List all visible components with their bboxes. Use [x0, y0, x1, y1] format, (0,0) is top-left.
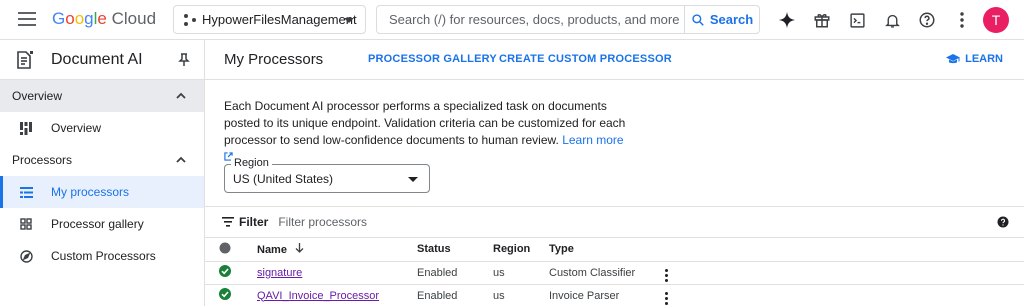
region-text: us	[493, 261, 549, 285]
status-text: Enabled	[417, 284, 493, 306]
region-label: Region	[231, 157, 272, 169]
top-bar: Google Cloud HypowerFilesManagement Sear…	[0, 0, 1024, 40]
status-cell	[205, 261, 257, 285]
processor-gallery-link[interactable]: PROCESSOR GALLERY	[368, 53, 497, 65]
page-header: My Processors PROCESSOR GALLERY CREATE C…	[205, 40, 1024, 80]
sidebar-item-label: Custom Processors	[51, 249, 156, 263]
search-bar: Search	[376, 5, 760, 34]
status-header: Status	[417, 238, 493, 262]
check-circle-icon	[219, 288, 231, 300]
avatar[interactable]: T	[983, 7, 1009, 33]
row-menu-cell	[661, 284, 1024, 306]
status-text: Enabled	[417, 261, 493, 285]
region-header: Region	[493, 238, 549, 262]
project-dots-icon	[184, 13, 196, 26]
learn-label: LEARN	[965, 53, 1003, 65]
filter-label: Filter	[239, 215, 269, 229]
dashboard-icon	[19, 121, 33, 135]
type-text: Invoice Parser	[549, 284, 661, 306]
type-header: Type	[549, 238, 661, 262]
more-vert-icon[interactable]	[951, 9, 973, 31]
sidebar-item-processor-gallery[interactable]: Processor gallery	[0, 208, 204, 240]
grid-icon	[19, 217, 33, 231]
table-row: signature Enabled us Custom Classifier	[205, 261, 1024, 285]
region-select[interactable]: Region US (United States)	[224, 157, 430, 193]
list-icon	[19, 185, 33, 199]
gemini-icon[interactable]	[776, 9, 798, 31]
sidebar-item-overview[interactable]: Overview	[0, 112, 204, 144]
school-icon	[946, 53, 961, 63]
search-input[interactable]	[377, 6, 684, 33]
more-vert-icon[interactable]	[661, 269, 671, 282]
chevron-up-icon	[176, 156, 186, 163]
status-dot-icon	[219, 242, 231, 254]
status-column-header	[205, 238, 257, 262]
chevron-up-icon	[176, 92, 186, 99]
processors-table: Name Status Region Type signature Enable…	[205, 238, 1024, 306]
status-cell	[205, 284, 257, 306]
arrow-down-icon	[295, 242, 304, 253]
product-header: Document AI	[0, 40, 204, 80]
filter-bar: Filter	[205, 206, 1024, 238]
name-cell: QAVI_Invoice_Processor	[257, 284, 417, 306]
terminal-icon[interactable]	[846, 9, 868, 31]
processor-link[interactable]: signature	[257, 267, 302, 279]
create-custom-processor-link[interactable]: CREATE CUSTOM PROCESSOR	[499, 53, 672, 65]
filter-input[interactable]	[278, 215, 579, 229]
learn-button[interactable]: LEARN	[946, 53, 1003, 65]
bell-icon[interactable]	[881, 9, 903, 31]
product-title: Document AI	[51, 50, 143, 68]
search-button[interactable]: Search	[684, 6, 759, 33]
gift-icon[interactable]	[811, 9, 833, 31]
section-label: Processors	[12, 153, 73, 167]
page-title: My Processors	[224, 51, 324, 68]
processor-link[interactable]: QAVI_Invoice_Processor	[257, 290, 379, 302]
name-column-header[interactable]: Name	[257, 238, 417, 262]
document-ai-icon	[17, 50, 33, 69]
menu-icon[interactable]	[18, 12, 36, 26]
project-picker[interactable]: HypowerFilesManagement	[173, 5, 366, 34]
check-circle-icon	[219, 265, 231, 277]
page-description: Each Document AI processor performs a sp…	[224, 98, 634, 166]
region-value: US (United States)	[233, 172, 334, 186]
type-text: Custom Classifier	[549, 261, 661, 285]
project-name: HypowerFilesManagement	[202, 12, 357, 27]
section-overview[interactable]: Overview	[0, 80, 204, 112]
chevron-down-icon	[408, 177, 418, 182]
help-icon[interactable]	[997, 216, 1009, 228]
sidebar: Document AI Overview Overview Processors…	[0, 40, 205, 306]
search-button-label: Search	[709, 12, 754, 27]
google-cloud-logo[interactable]: Google Cloud	[52, 9, 156, 29]
main-content: My Processors PROCESSOR GALLERY CREATE C…	[205, 40, 1024, 306]
filter-icon	[222, 217, 234, 227]
help-icon[interactable]	[916, 9, 938, 31]
table-header-row: Name Status Region Type	[205, 238, 1024, 262]
explore-icon	[19, 249, 33, 263]
sidebar-item-label: Overview	[51, 121, 102, 135]
pin-icon[interactable]	[178, 53, 190, 67]
sidebar-item-my-processors[interactable]: My processors	[0, 176, 204, 208]
search-icon	[692, 13, 704, 26]
section-processors[interactable]: Processors	[0, 144, 204, 176]
sidebar-item-custom-processors[interactable]: Custom Processors	[0, 240, 204, 272]
chevron-down-icon	[344, 18, 354, 23]
sidebar-item-label: My processors	[51, 185, 130, 199]
table-row: QAVI_Invoice_Processor Enabled us Invoic…	[205, 284, 1024, 306]
section-label: Overview	[12, 89, 63, 103]
sidebar-item-label: Processor gallery	[51, 217, 144, 231]
row-menu-cell	[661, 261, 1024, 285]
name-cell: signature	[257, 261, 417, 285]
more-vert-icon[interactable]	[661, 292, 671, 305]
region-text: us	[493, 284, 549, 306]
